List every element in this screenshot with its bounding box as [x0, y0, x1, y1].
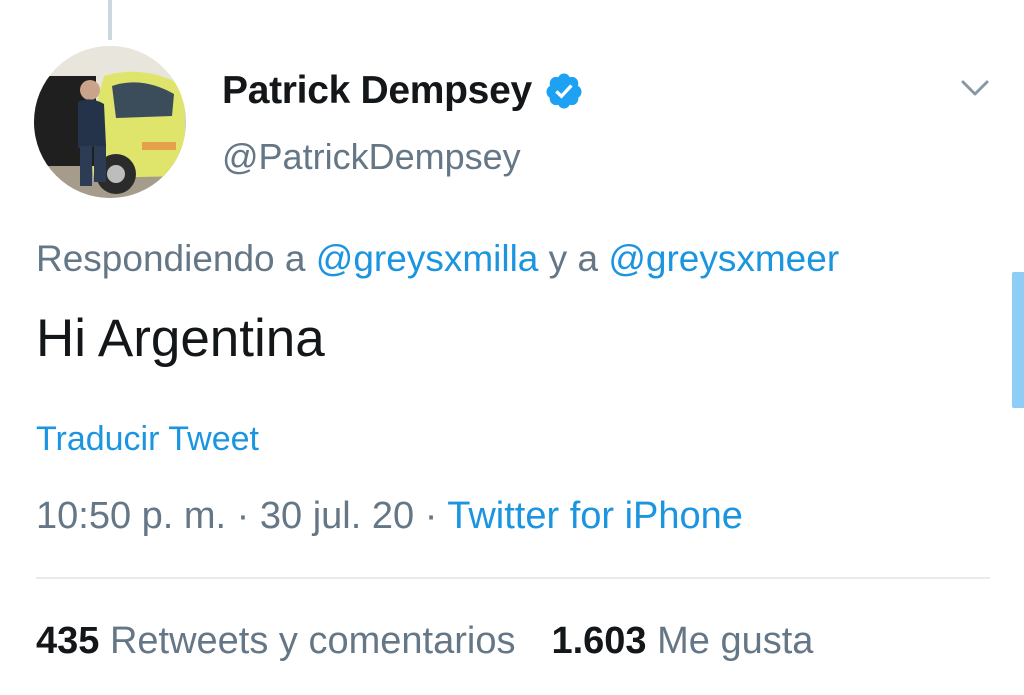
author-handle[interactable]: @PatrickDempsey — [222, 136, 521, 178]
scrollbar-thumb[interactable] — [1012, 272, 1024, 408]
reply-mention-link[interactable]: @greysxmilla — [316, 238, 539, 279]
verified-badge-icon — [544, 71, 584, 111]
replying-to-line: Respondiendo a @greysxmilla y a @greysxm… — [36, 238, 839, 280]
tweet-time[interactable]: 10:50 p. m. — [36, 495, 226, 537]
retweets-count: 435 — [36, 620, 100, 662]
reply-mention-link[interactable]: @greysxmeer — [608, 238, 839, 279]
tweet-metadata: 10:50 p. m. · 30 jul. 20 · Twitter for i… — [36, 495, 743, 538]
retweets-stat[interactable]: 435 Retweets y comentarios — [36, 620, 515, 662]
tweet-stats: 435 Retweets y comentarios 1.603 Me gusta — [36, 620, 813, 663]
reply-prefix: Respondiendo a — [36, 238, 316, 279]
likes-stat[interactable]: 1.603 Me gusta — [551, 620, 813, 662]
thread-connector-line — [108, 0, 112, 40]
tweet-date[interactable]: 30 jul. 20 — [260, 495, 414, 537]
retweets-label: Retweets y comentarios — [99, 620, 516, 662]
likes-count: 1.603 — [551, 620, 647, 662]
reply-joiner: y a — [538, 238, 609, 279]
tweet-text: Hi Argentina — [36, 309, 325, 368]
likes-label: Me gusta — [646, 620, 814, 662]
divider — [36, 577, 990, 579]
avatar[interactable] — [34, 46, 186, 198]
display-name[interactable]: Patrick Dempsey — [222, 69, 532, 113]
meta-separator: · — [226, 495, 260, 537]
translate-tweet-link[interactable]: Traducir Tweet — [36, 420, 259, 459]
meta-separator: · — [414, 495, 448, 537]
tweet-source-link[interactable]: Twitter for iPhone — [447, 495, 743, 537]
author-name-row[interactable]: Patrick Dempsey — [222, 66, 584, 116]
chevron-down-icon[interactable] — [955, 72, 995, 104]
